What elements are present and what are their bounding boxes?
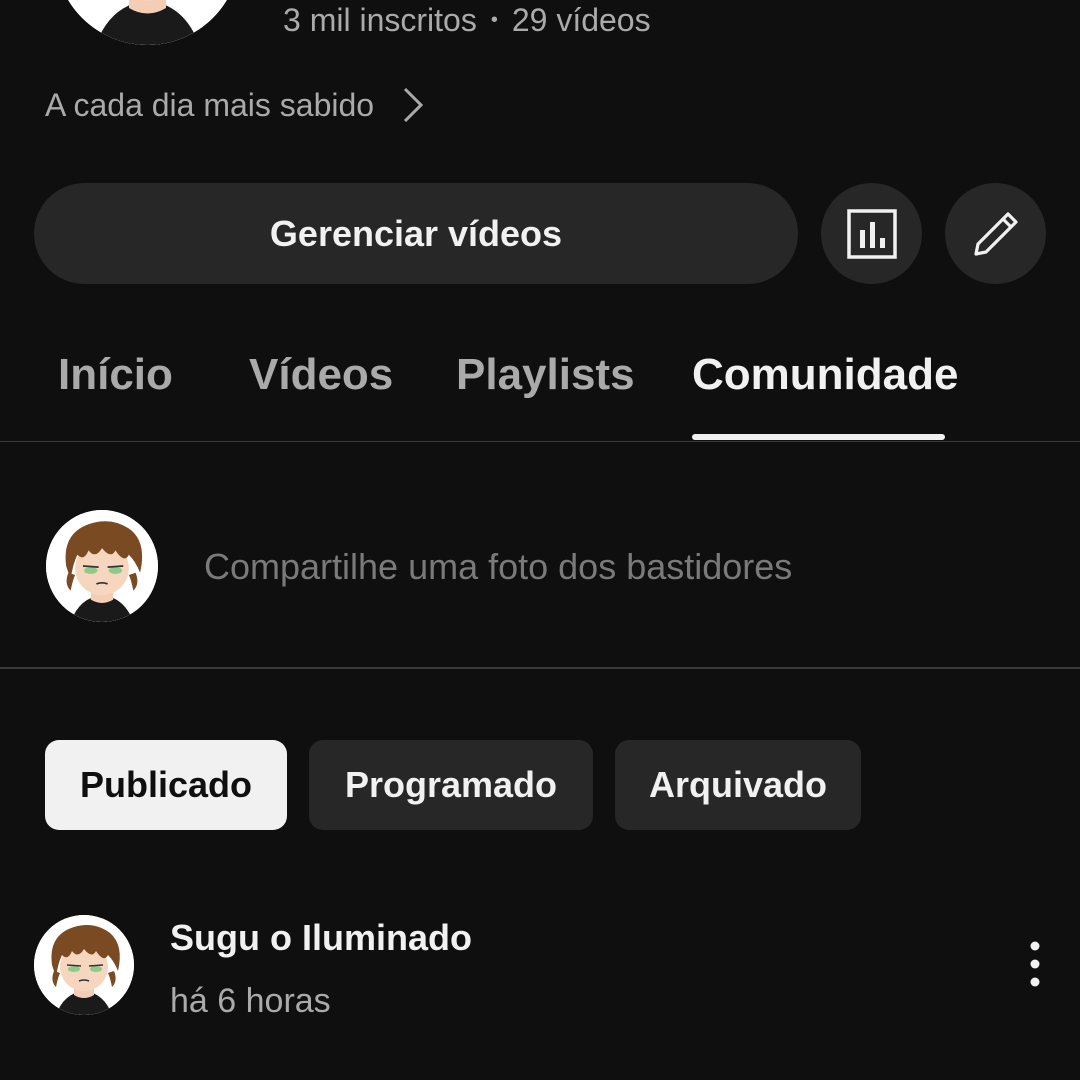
filter-chip-arquivado[interactable]: Arquivado	[615, 740, 861, 830]
analytics-icon	[846, 208, 897, 259]
tab-playlists[interactable]: Playlists	[456, 350, 635, 400]
tab-inicio[interactable]: Início	[58, 350, 173, 400]
channel-tabs: Início Vídeos Playlists Comunidade	[0, 330, 1080, 442]
composer-avatar	[46, 510, 158, 622]
manage-videos-button[interactable]: Gerenciar vídeos	[34, 183, 798, 284]
chevron-right-icon	[404, 87, 424, 123]
filter-chip-programado[interactable]: Programado	[309, 740, 593, 830]
filter-chip-publicado[interactable]: Publicado	[45, 740, 287, 830]
channel-avatar[interactable]	[55, 0, 240, 45]
analytics-button[interactable]	[821, 183, 922, 284]
post-filter-chips: Publicado Programado Arquivado	[45, 740, 861, 830]
channel-tagline: A cada dia mais sabido	[45, 86, 375, 123]
stats-separator: •	[490, 9, 498, 31]
post-author-name[interactable]: Sugu o Iluminado	[170, 917, 472, 959]
community-post-composer[interactable]: Compartilhe uma foto dos bastidores	[0, 442, 1080, 669]
post-timestamp: há 6 horas	[170, 982, 331, 1020]
active-tab-indicator	[692, 434, 945, 440]
composer-placeholder[interactable]: Compartilhe uma foto dos bastidores	[204, 546, 792, 588]
edit-channel-button[interactable]	[945, 183, 1046, 284]
pencil-icon	[973, 211, 1018, 256]
community-post: Sugu o Iluminado há 6 horas	[0, 910, 1080, 1030]
channel-description-link[interactable]: A cada dia mais sabido	[45, 83, 424, 127]
post-author-avatar[interactable]	[34, 915, 134, 1015]
tab-videos[interactable]: Vídeos	[249, 350, 393, 400]
channel-stats: 3 mil inscritos • 29 vídeos	[283, 2, 651, 39]
tab-comunidade[interactable]: Comunidade	[692, 350, 958, 400]
subscriber-count: 3 mil inscritos	[283, 2, 477, 38]
more-options-icon[interactable]	[1020, 940, 1050, 988]
video-count: 29 vídeos	[511, 2, 651, 38]
